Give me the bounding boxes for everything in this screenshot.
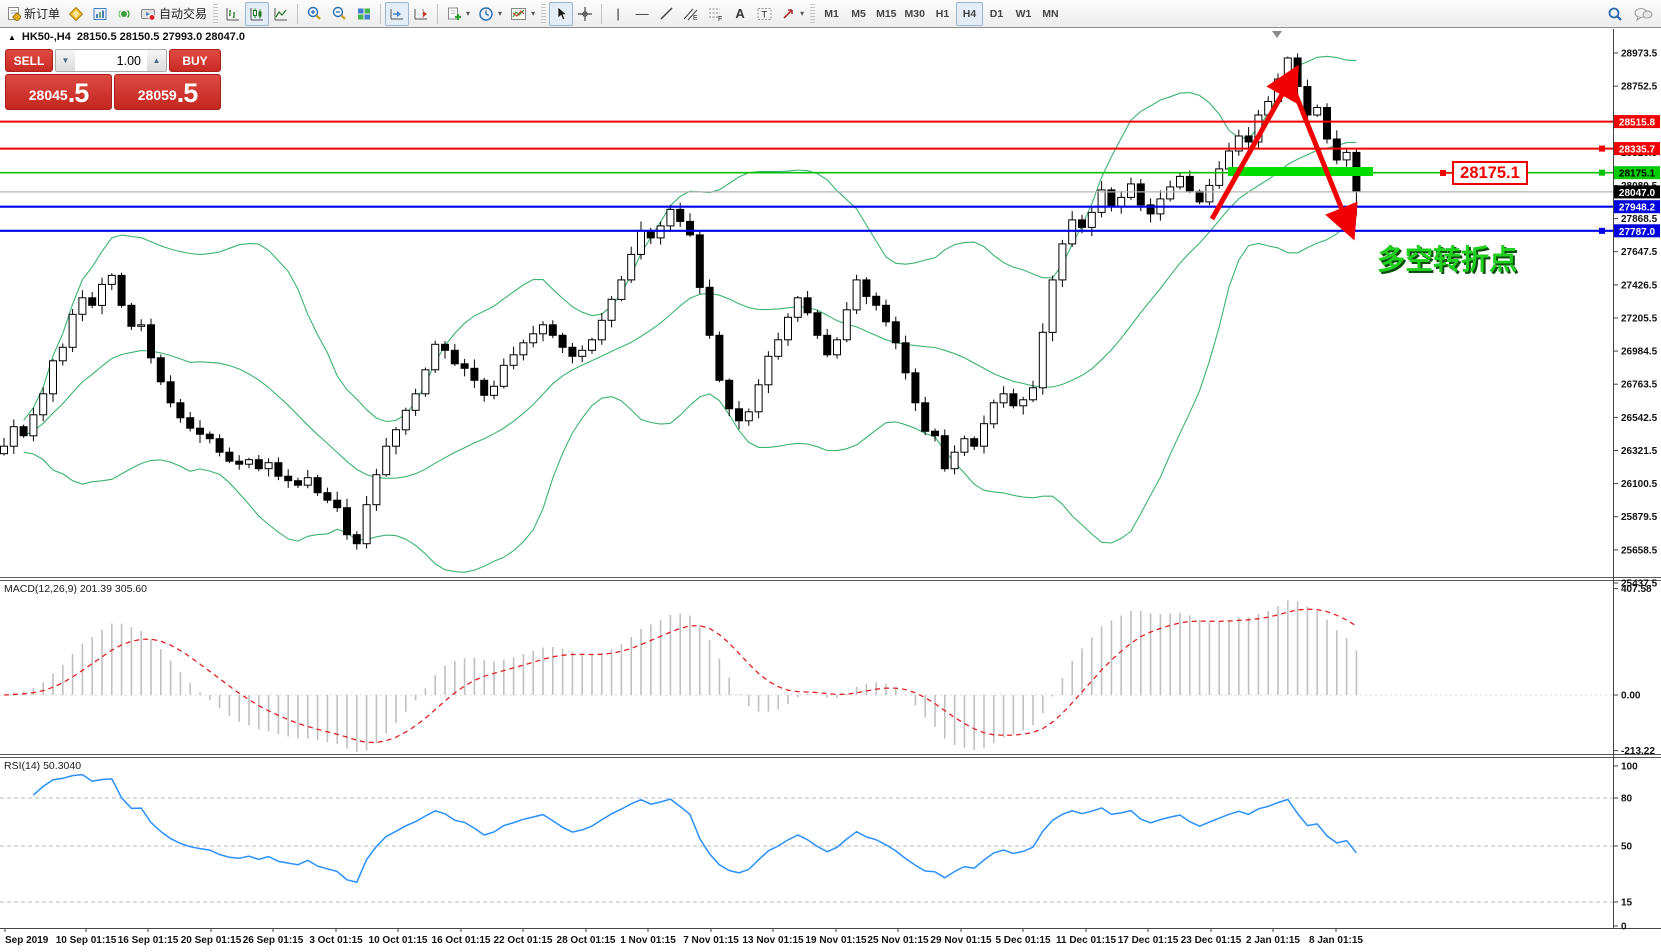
turning-point-note[interactable]: 多空转折点 xyxy=(1377,238,1517,278)
mt4-window: 新订单 自动交易 xyxy=(0,0,1661,952)
volume-decrease-button[interactable]: ▼ xyxy=(56,50,75,71)
svg-text:27868.5: 27868.5 xyxy=(1621,214,1658,225)
macd-label: MACD(12,26,9) 201.39 305.60 xyxy=(4,583,147,595)
svg-text:-213.22: -213.22 xyxy=(1621,746,1655,757)
svg-text:3 Oct 01:15: 3 Oct 01:15 xyxy=(309,935,363,946)
highlight-band[interactable] xyxy=(1228,167,1373,176)
svg-text:28752.5: 28752.5 xyxy=(1621,82,1658,93)
svg-text:29 Nov 01:15: 29 Nov 01:15 xyxy=(930,935,992,946)
svg-text:26 Sep 01:15: 26 Sep 01:15 xyxy=(243,935,304,946)
svg-text:Sep 2019: Sep 2019 xyxy=(5,935,49,946)
svg-text:28973.5: 28973.5 xyxy=(1621,49,1658,60)
svg-text:28515.8: 28515.8 xyxy=(1619,118,1656,129)
svg-text:20 Sep 01:15: 20 Sep 01:15 xyxy=(181,935,242,946)
svg-text:26321.5: 26321.5 xyxy=(1621,446,1658,457)
svg-text:25 Nov 01:15: 25 Nov 01:15 xyxy=(867,935,929,946)
rsi-label: RSI(14) 50.3040 xyxy=(4,760,81,772)
svg-text:17 Dec 01:15: 17 Dec 01:15 xyxy=(1118,935,1179,946)
buy-price-box[interactable]: 28059.5 xyxy=(114,74,221,110)
price-flag-label[interactable]: 28175.1 xyxy=(1452,161,1528,185)
sell-price-fraction: .5 xyxy=(68,80,89,107)
symbol-period-label: HK50-,H4 xyxy=(22,31,71,43)
symbol-marker-icon: ▲ xyxy=(8,33,16,42)
svg-text:10 Sep 01:15: 10 Sep 01:15 xyxy=(56,935,117,946)
svg-text:28175.1: 28175.1 xyxy=(1619,169,1656,180)
svg-text:27787.0: 27787.0 xyxy=(1619,227,1656,238)
volume-increase-button[interactable]: ▲ xyxy=(147,50,166,71)
svg-text:80: 80 xyxy=(1621,794,1633,805)
volume-value[interactable]: 1.00 xyxy=(75,50,147,71)
svg-text:5 Dec 01:15: 5 Dec 01:15 xyxy=(995,935,1050,946)
pane-frame xyxy=(0,29,1661,929)
svg-text:26100.5: 26100.5 xyxy=(1621,479,1658,490)
svg-text:27205.5: 27205.5 xyxy=(1621,314,1658,325)
svg-text:16 Oct 01:15: 16 Oct 01:15 xyxy=(432,935,491,946)
macd-axis: 407.58 0.00 -213.22 xyxy=(1613,584,1655,757)
svg-text:28335.7: 28335.7 xyxy=(1619,145,1656,156)
svg-text:0.00: 0.00 xyxy=(1621,691,1641,702)
svg-text:28 Oct 01:15: 28 Oct 01:15 xyxy=(557,935,616,946)
rsi-line xyxy=(33,775,1356,883)
one-click-trading-panel: SELL ▼ 1.00 ▲ BUY 28045.5 28059.5 xyxy=(5,49,221,110)
svg-text:26984.5: 26984.5 xyxy=(1621,347,1658,358)
price-axis: 28973.528752.528531.528310.528089.527868… xyxy=(1613,49,1658,590)
buy-button[interactable]: BUY xyxy=(169,49,221,72)
buy-price-fraction: .5 xyxy=(177,80,198,107)
svg-text:26542.5: 26542.5 xyxy=(1621,413,1658,424)
svg-text:50: 50 xyxy=(1621,842,1633,853)
svg-text:19 Nov 01:15: 19 Nov 01:15 xyxy=(805,935,867,946)
svg-text:0: 0 xyxy=(1621,922,1627,933)
sell-price-box[interactable]: 28045.5 xyxy=(5,74,112,110)
svg-text:10 Oct 01:15: 10 Oct 01:15 xyxy=(369,935,428,946)
shift-end-marker-icon xyxy=(1272,31,1282,38)
svg-text:23 Dec 01:15: 23 Dec 01:15 xyxy=(1181,935,1242,946)
volume-stepper: ▼ 1.00 ▲ xyxy=(55,49,167,72)
svg-text:27948.2: 27948.2 xyxy=(1619,203,1656,214)
buy-price-main: 28059 xyxy=(138,83,177,107)
rsi-pane xyxy=(0,775,1613,902)
svg-text:13 Nov 01:15: 13 Nov 01:15 xyxy=(742,935,804,946)
svg-text:7 Nov 01:15: 7 Nov 01:15 xyxy=(683,935,739,946)
ohlc-values: 28150.5 28150.5 27993.0 28047.0 xyxy=(77,31,245,43)
svg-text:8 Jan 01:15: 8 Jan 01:15 xyxy=(1309,935,1363,946)
svg-text:11 Dec 01:15: 11 Dec 01:15 xyxy=(1056,935,1116,946)
chart-ohlc-header: ▲ HK50-,H4 28150.5 28150.5 27993.0 28047… xyxy=(8,31,245,43)
sell-price-main: 28045 xyxy=(29,83,68,107)
svg-text:25658.5: 25658.5 xyxy=(1621,545,1658,556)
svg-text:25879.5: 25879.5 xyxy=(1621,512,1658,523)
time-axis: Sep 2019 10 Sep 01:1516 Sep 01:1520 Sep 0… xyxy=(5,928,1363,946)
svg-text:27426.5: 27426.5 xyxy=(1621,280,1658,291)
svg-text:28047.0: 28047.0 xyxy=(1619,188,1656,199)
candlestick-series xyxy=(1,53,1360,549)
svg-text:22 Oct 01:15: 22 Oct 01:15 xyxy=(494,935,553,946)
svg-text:2 Jan 01:15: 2 Jan 01:15 xyxy=(1246,935,1300,946)
chart-canvas[interactable]: 28973.528752.528531.528310.528089.527868… xyxy=(0,0,1661,952)
svg-text:26763.5: 26763.5 xyxy=(1621,380,1658,391)
flag-handle xyxy=(1440,170,1446,176)
svg-text:16 Sep 01:15: 16 Sep 01:15 xyxy=(118,935,179,946)
sell-button[interactable]: SELL xyxy=(5,49,53,72)
svg-text:27647.5: 27647.5 xyxy=(1621,247,1658,258)
svg-text:15: 15 xyxy=(1621,898,1633,909)
up-trend-arrow[interactable] xyxy=(1212,82,1289,219)
macd-pane xyxy=(0,601,1613,753)
bollinger-bands xyxy=(24,56,1357,572)
rsi-axis: 100 80 50 15 0 xyxy=(1613,762,1638,933)
svg-text:407.58: 407.58 xyxy=(1621,584,1652,595)
svg-text:100: 100 xyxy=(1621,762,1638,773)
svg-text:1 Nov 01:15: 1 Nov 01:15 xyxy=(620,935,676,946)
horizontal-lines xyxy=(0,122,1613,234)
